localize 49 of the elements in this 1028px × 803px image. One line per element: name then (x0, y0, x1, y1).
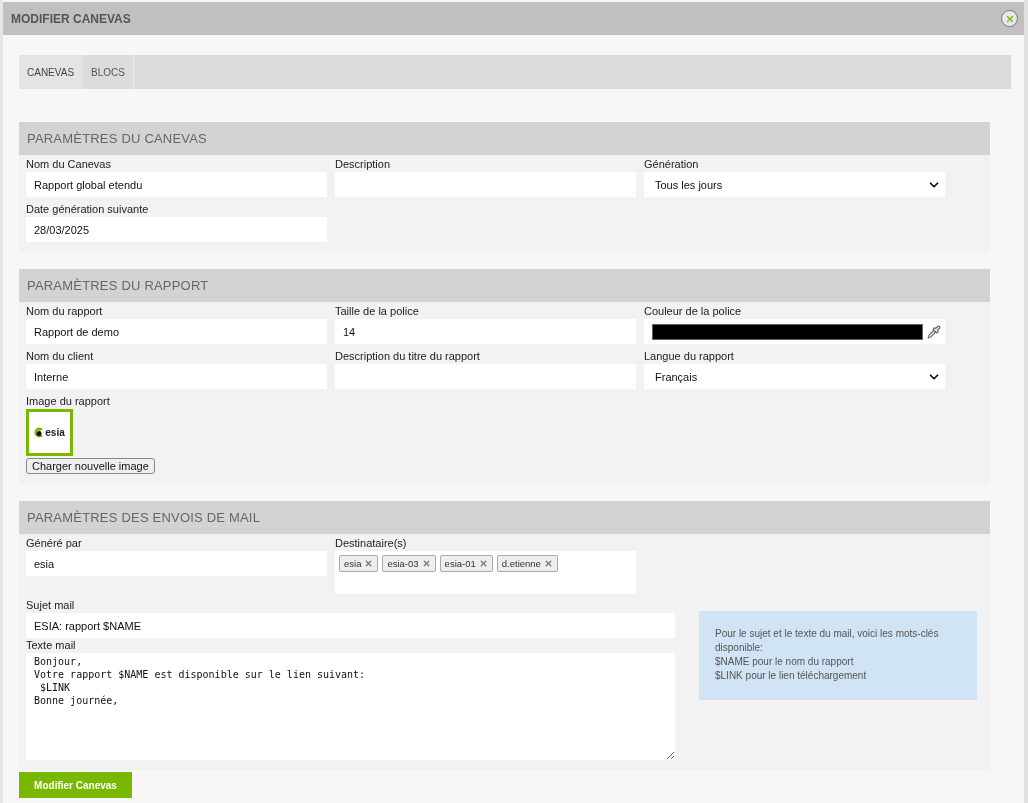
info-text: Pour le sujet et le texte du mail, voici les mots-clés disponible: (715, 627, 940, 655)
color-field[interactable] (644, 319, 945, 344)
field-label: Description du titre du rapport (335, 349, 481, 364)
field-label: Nom du rapport (26, 304, 104, 319)
recipients-field[interactable]: esia esia-03 esia-01 d.etienne (335, 551, 636, 594)
info-text: $LINK pour le lien téléchargement (715, 669, 868, 683)
recipient-tag: esia-01 (439, 555, 493, 572)
text-field[interactable]: 28/03/2025 (26, 217, 327, 242)
field-label: Image du rapport (26, 394, 111, 409)
recipient-tag: esia (339, 555, 379, 572)
section-header: PARAMÈTRES DU CANEVAS (19, 122, 990, 155)
field-label: Nom du Canevas (26, 157, 112, 172)
text-field[interactable]: esia (26, 551, 327, 576)
logo-mark-icon (34, 427, 45, 438)
text-field[interactable]: Rapport global etendu (26, 172, 327, 197)
section-header: PARAMÈTRES DES ENVOIS DE MAIL (19, 501, 990, 534)
field-label: Date génération suivante (26, 202, 150, 217)
field-label: Langue du rapport (644, 349, 735, 364)
text-field[interactable]: Interne (26, 364, 327, 389)
field-label: Généré par (26, 536, 83, 551)
mail-text-field[interactable]: Bonjour, Votre rapport $NAME est disponible sur le lien suivant: $LINK Bonne journée, (26, 653, 675, 760)
upload-image-button[interactable]: Charger nouvelle image (26, 458, 155, 474)
tab[interactable]: CANEVAS (19, 55, 84, 89)
eyedropper-icon[interactable] (927, 324, 941, 339)
field-label: Couleur de la police (644, 304, 743, 319)
section-header: PARAMÈTRES DU RAPPORT (19, 269, 990, 302)
close-button[interactable] (1001, 10, 1018, 27)
recipient-tag: d.etienne (496, 555, 558, 572)
select-field[interactable]: Tous les jours (644, 172, 945, 197)
field-label: Destinataire(s) (335, 536, 408, 551)
field-label: Sujet mail (26, 598, 76, 613)
report-logo-image: esia (26, 409, 73, 456)
remove-icon[interactable] (364, 559, 374, 568)
select-field[interactable]: Français (644, 364, 945, 389)
remove-icon[interactable] (478, 559, 488, 568)
field-label: Taille de la police (335, 304, 420, 319)
dialog-title: MODIFIER CANEVAS (11, 11, 131, 26)
text-field[interactable]: ESIA: rapport $NAME (26, 613, 675, 638)
remove-icon[interactable] (543, 559, 553, 568)
field-label: Description (335, 157, 392, 172)
remove-icon[interactable] (421, 559, 431, 568)
field-label: Génération (644, 157, 700, 172)
text-field[interactable]: 14 (335, 319, 636, 344)
recipient-tag: esia-03 (382, 555, 436, 572)
text-field[interactable]: Rapport de demo (26, 319, 327, 344)
field-label: Texte mail (26, 638, 77, 653)
field-label: Nom du client (26, 349, 95, 364)
close-icon (1004, 13, 1015, 24)
info-text: $NAME pour le nom du rapport (715, 655, 855, 669)
